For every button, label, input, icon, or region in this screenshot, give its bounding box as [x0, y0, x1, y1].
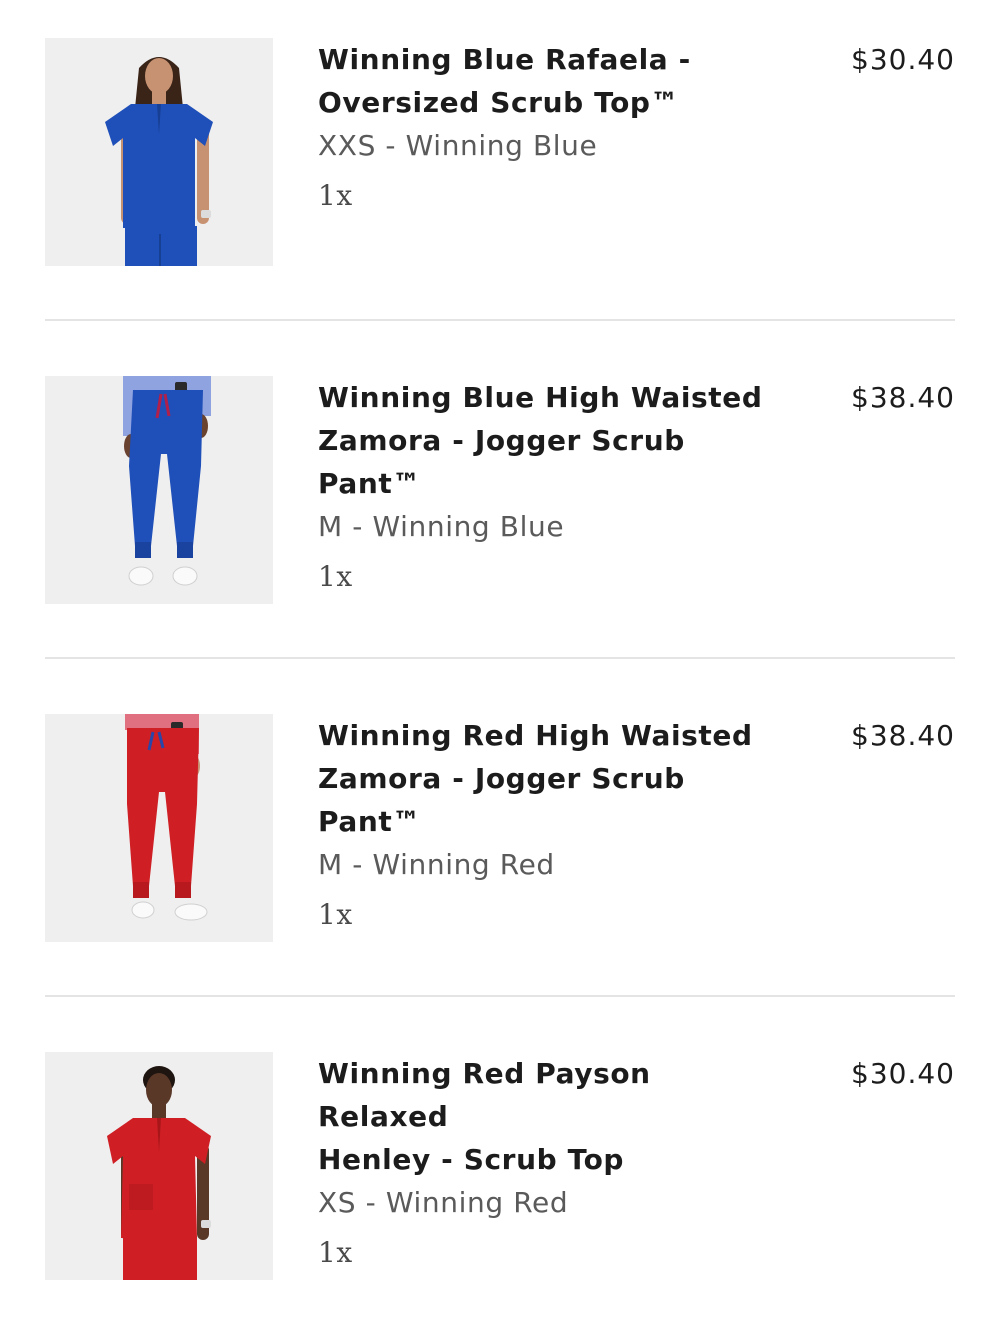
quantity-label: 1x [318, 560, 353, 593]
product-title-line: Winning Red High Waisted [318, 719, 753, 752]
product-title-line: Winning Red Payson Relaxed [318, 1057, 651, 1133]
product-title-line: Zamora - Jogger Scrub Pant™ [318, 424, 685, 500]
product-title-line: Winning Blue Rafaela - [318, 43, 691, 76]
variant-label: XXS - Winning Blue [318, 129, 598, 162]
quantity-label: 1x [318, 1236, 353, 1269]
product-title-link[interactable]: Winning Blue High Waisted Zamora - Jogge… [318, 376, 788, 505]
product-title-line: Oversized Scrub Top™ [318, 86, 680, 119]
product-title-line: Winning Blue High Waisted [318, 381, 763, 414]
item-price: $30.40 [851, 43, 955, 76]
red-jogger-pants-photo[interactable] [45, 714, 273, 942]
item-price: $30.40 [851, 1057, 955, 1090]
variant-label: XS - Winning Red [318, 1186, 569, 1219]
quantity-label: 1x [318, 898, 353, 931]
quantity-label: 1x [318, 179, 353, 212]
variant-label: M - Winning Blue [318, 510, 565, 543]
product-title-line: Zamora - Jogger Scrub Pant™ [318, 762, 685, 838]
product-title-link[interactable]: Winning Blue Rafaela - Oversized Scrub T… [318, 38, 788, 124]
woman-in-red-scrub-top-photo[interactable] [45, 1052, 273, 1280]
product-title-link[interactable]: Winning Red Payson Relaxed Henley - Scru… [318, 1052, 788, 1181]
product-title-link[interactable]: Winning Red High Waisted Zamora - Jogger… [318, 714, 788, 843]
cart-item-list: Winning Blue Rafaela - Oversized Scrub T… [0, 0, 1000, 1333]
item-price: $38.40 [851, 719, 955, 752]
divider [45, 995, 955, 997]
item-details: Winning Blue High Waisted Zamora - Jogge… [318, 376, 788, 597]
item-details: Winning Red Payson Relaxed Henley - Scru… [318, 1052, 788, 1273]
cart-item: Winning Blue Rafaela - Oversized Scrub T… [45, 38, 955, 266]
divider [45, 657, 955, 659]
cart-item: Winning Red Payson Relaxed Henley - Scru… [45, 1052, 955, 1280]
item-details: Winning Red High Waisted Zamora - Jogger… [318, 714, 788, 935]
divider [45, 319, 955, 321]
blue-jogger-pants-photo[interactable] [45, 376, 273, 604]
cart-item: Winning Blue High Waisted Zamora - Jogge… [45, 376, 955, 604]
cart-item: Winning Red High Waisted Zamora - Jogger… [45, 714, 955, 942]
variant-label: M - Winning Red [318, 848, 555, 881]
woman-in-blue-scrub-top-photo[interactable] [45, 38, 273, 266]
item-price: $38.40 [851, 381, 955, 414]
product-title-line: Henley - Scrub Top [318, 1143, 625, 1176]
item-details: Winning Blue Rafaela - Oversized Scrub T… [318, 38, 788, 216]
